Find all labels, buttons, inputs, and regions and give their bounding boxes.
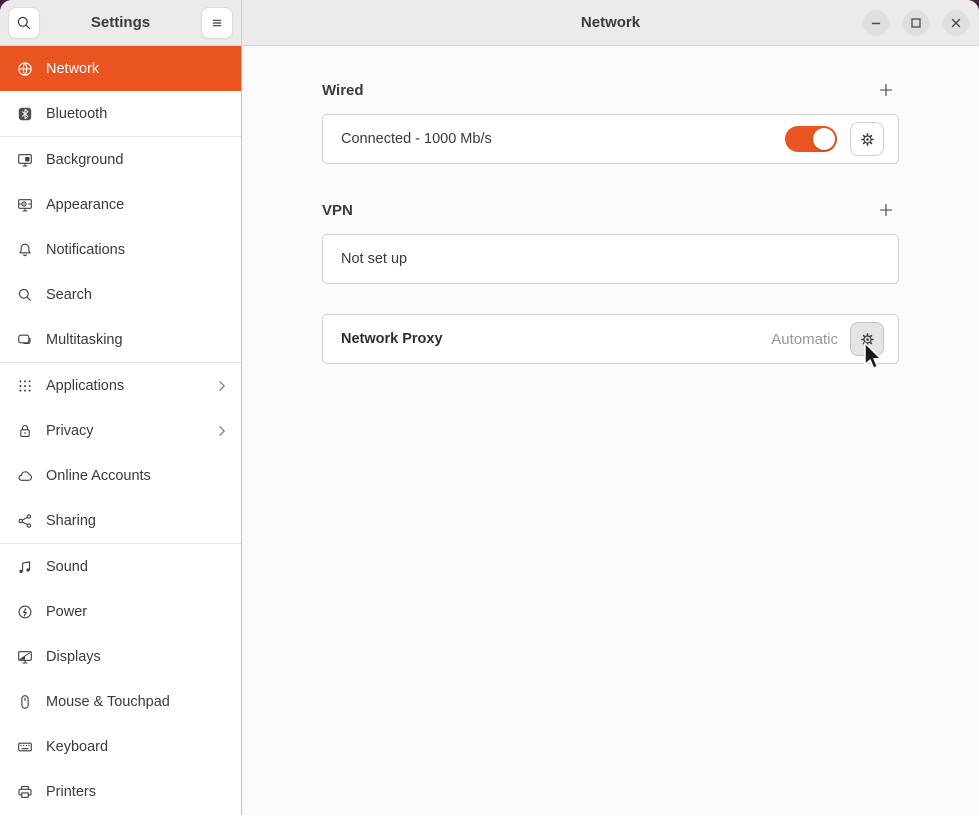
- gear-icon: [859, 331, 876, 348]
- sidebar-item-label: Power: [46, 604, 229, 620]
- sidebar-item-label: Displays: [46, 649, 229, 665]
- background-icon: [17, 152, 33, 168]
- cloud-icon: [17, 468, 33, 484]
- add-wired-connection-button[interactable]: [873, 77, 899, 103]
- search-icon: [16, 15, 32, 31]
- app-title: Settings: [40, 14, 201, 31]
- vpn-status-text: Not set up: [341, 251, 884, 267]
- grid-icon: [17, 378, 33, 394]
- network-panel: Wired Connected - 1000 Mb/s: [242, 46, 979, 815]
- close-icon: [949, 16, 963, 30]
- share-icon: [17, 513, 33, 529]
- sidebar-item-privacy[interactable]: Privacy: [0, 408, 241, 453]
- sidebar: Network Bluetooth: [0, 46, 242, 815]
- network-proxy-label: Network Proxy: [341, 331, 771, 347]
- sidebar-item-label: Bluetooth: [46, 106, 229, 122]
- network-proxy-row[interactable]: Network Proxy Automatic: [322, 314, 899, 364]
- page-title: Network: [581, 14, 640, 31]
- sidebar-item-label: Multitasking: [46, 332, 229, 348]
- appearance-icon: [17, 197, 33, 213]
- minimize-icon: [869, 16, 883, 30]
- music-note-icon: [17, 559, 33, 575]
- sidebar-item-label: Sound: [46, 559, 229, 575]
- sidebar-item-label: Appearance: [46, 197, 229, 213]
- sidebar-item-label: Network: [46, 61, 229, 77]
- sidebar-item-displays[interactable]: Displays: [0, 634, 241, 679]
- sidebar-item-label: Applications: [46, 378, 202, 394]
- titlebar-left: Settings: [0, 0, 242, 45]
- sidebar-item-label: Search: [46, 287, 229, 303]
- settings-window: Settings Network: [0, 0, 979, 815]
- proxy-mode-value: Automatic: [771, 331, 838, 348]
- sidebar-item-sharing[interactable]: Sharing: [0, 498, 241, 543]
- wired-section-title: Wired: [322, 82, 364, 99]
- mouse-icon: [17, 694, 33, 710]
- wired-toggle[interactable]: [785, 126, 837, 152]
- toggle-knob: [813, 128, 835, 150]
- sidebar-item-sound[interactable]: Sound: [0, 544, 241, 589]
- app-body: Network Bluetooth: [0, 46, 979, 815]
- power-icon: [17, 604, 33, 620]
- sidebar-item-label: Mouse & Touchpad: [46, 694, 229, 710]
- bell-icon: [17, 242, 33, 258]
- maximize-icon: [909, 16, 923, 30]
- sidebar-item-notifications[interactable]: Notifications: [0, 227, 241, 272]
- sidebar-item-label: Privacy: [46, 423, 202, 439]
- globe-icon: [17, 61, 33, 77]
- bluetooth-icon: [17, 106, 33, 122]
- lock-icon: [17, 423, 33, 439]
- minimize-button[interactable]: [863, 10, 889, 36]
- sidebar-item-appearance[interactable]: Appearance: [0, 182, 241, 227]
- titlebar-right: Network: [242, 0, 979, 45]
- wired-section-header: Wired: [322, 80, 899, 100]
- maximize-button[interactable]: [903, 10, 929, 36]
- plus-icon: [878, 82, 894, 98]
- spacer: [322, 284, 899, 314]
- vpn-section-header: VPN: [322, 200, 899, 220]
- wired-status-text: Connected - 1000 Mb/s: [341, 131, 785, 147]
- main-menu-button[interactable]: [201, 7, 233, 39]
- sidebar-item-keyboard[interactable]: Keyboard: [0, 724, 241, 769]
- wired-settings-button[interactable]: [850, 122, 884, 156]
- network-column: Wired Connected - 1000 Mb/s: [322, 46, 899, 364]
- sidebar-item-applications[interactable]: Applications: [0, 363, 241, 408]
- gear-icon: [859, 131, 876, 148]
- window-controls: [863, 0, 969, 46]
- keyboard-icon: [17, 739, 33, 755]
- chevron-right-icon: [215, 379, 229, 393]
- sidebar-item-bluetooth[interactable]: Bluetooth: [0, 91, 241, 136]
- close-button[interactable]: [943, 10, 969, 36]
- windows-icon: [17, 332, 33, 348]
- sidebar-item-label: Keyboard: [46, 739, 229, 755]
- sidebar-item-printers[interactable]: Printers: [0, 769, 241, 814]
- sidebar-item-network[interactable]: Network: [0, 46, 241, 91]
- chevron-right-icon: [215, 424, 229, 438]
- vpn-section-title: VPN: [322, 202, 353, 219]
- wired-connection-row[interactable]: Connected - 1000 Mb/s: [322, 114, 899, 164]
- proxy-settings-button[interactable]: [850, 322, 884, 356]
- display-icon: [17, 649, 33, 665]
- sidebar-item-background[interactable]: Background: [0, 137, 241, 182]
- titlebar: Settings Network: [0, 0, 979, 46]
- vpn-status-row[interactable]: Not set up: [322, 234, 899, 284]
- sidebar-item-label: Sharing: [46, 513, 229, 529]
- sidebar-item-search[interactable]: Search: [0, 272, 241, 317]
- plus-icon: [878, 202, 894, 218]
- add-vpn-button[interactable]: [873, 197, 899, 223]
- printer-icon: [17, 784, 33, 800]
- hamburger-menu-icon: [209, 15, 225, 31]
- sidebar-item-mouse-touchpad[interactable]: Mouse & Touchpad: [0, 679, 241, 724]
- sidebar-item-label: Background: [46, 152, 229, 168]
- sidebar-item-multitasking[interactable]: Multitasking: [0, 317, 241, 362]
- sidebar-item-label: Notifications: [46, 242, 229, 258]
- spacer: [322, 164, 899, 200]
- sidebar-item-power[interactable]: Power: [0, 589, 241, 634]
- sidebar-item-label: Online Accounts: [46, 468, 229, 484]
- sidebar-item-label: Printers: [46, 784, 229, 800]
- search-button[interactable]: [8, 7, 40, 39]
- sidebar-item-online-accounts[interactable]: Online Accounts: [0, 453, 241, 498]
- magnifier-icon: [17, 287, 33, 303]
